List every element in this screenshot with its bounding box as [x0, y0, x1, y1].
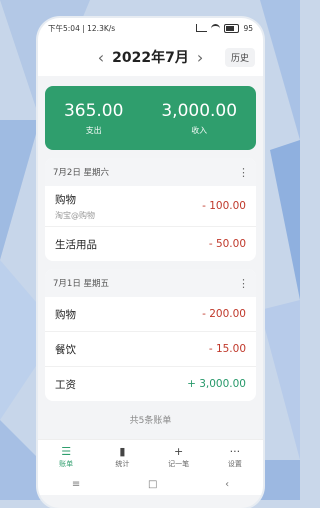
tab-label: 记一笔 [168, 460, 190, 468]
more-icon: ··· [229, 445, 241, 458]
chart-icon: ▮ [119, 445, 126, 458]
bill-amount: - 15.00 [208, 343, 246, 355]
plus-icon: + [174, 445, 184, 458]
tab-label: 账单 [59, 460, 74, 468]
bill-category: 餐饮 [55, 343, 76, 356]
bill-row[interactable]: 购物 - 200.00 [45, 297, 256, 332]
bill-category: 购物 [55, 193, 76, 206]
income-value: 3,000.00 [161, 100, 238, 121]
menu-nav-icon[interactable]: ≡ [72, 479, 80, 490]
tab-label: 统计 [115, 460, 130, 468]
tab-stats[interactable]: ▮ 统计 [100, 445, 145, 469]
bill-row[interactable]: 餐饮 - 15.00 [45, 332, 256, 367]
next-month-icon[interactable]: › [189, 48, 211, 67]
day-group-header: 7月2日 星期六 ⋮ [45, 158, 256, 186]
status-icons: 95 [196, 23, 253, 33]
list-icon: ☰ [61, 445, 72, 458]
day-group-card: 7月2日 星期六 ⋮ 购物 淘宝@购物 - 100.00 生活用品 - 50.0… [45, 158, 256, 261]
tab-label: 设置 [227, 460, 242, 468]
bill-row[interactable]: 生活用品 - 50.00 [45, 227, 256, 261]
summary-card: 365.00 支出 3,000.00 收入 [45, 86, 256, 150]
day-group-header: 7月1日 星期五 ⋮ [45, 269, 256, 297]
tab-add-record[interactable]: + 记一笔 [156, 445, 201, 469]
signal-icon [196, 24, 208, 32]
bill-amount: - 200.00 [202, 308, 246, 320]
bill-amount: - 50.00 [208, 238, 246, 250]
bill-note: 淘宝@购物 [55, 210, 95, 220]
day-group-date: 7月1日 星期五 [53, 279, 110, 289]
more-options-icon[interactable]: ⋮ [238, 166, 249, 179]
home-nav-icon[interactable]: □ [148, 479, 157, 490]
prev-month-icon[interactable]: ‹ [90, 48, 112, 67]
status-time-speed: 下午5:04 | 12.3K/s [48, 23, 116, 33]
bill-amount: - 100.00 [202, 200, 246, 212]
bill-amount: + 3,000.00 [187, 378, 246, 390]
bottom-tab-bar: ☰ 账单 ▮ 统计 + 记一笔 ··· 设置 [38, 439, 263, 474]
day-group-date: 7月2日 星期六 [53, 168, 110, 178]
bill-row[interactable]: 工资 + 3,000.00 [45, 367, 256, 401]
bill-count: 共5条账单 [129, 416, 172, 426]
battery-icon [224, 23, 240, 33]
expense-summary: 365.00 支出 [64, 101, 123, 136]
tab-bills[interactable]: ☰ 账单 [44, 445, 89, 469]
month-header: ‹ 2022年7月 › 历史 [38, 38, 263, 76]
current-month[interactable]: 2022年7月 [112, 47, 189, 67]
day-group-card: 7月1日 星期五 ⋮ 购物 - 200.00 餐饮 - 15.00 工资 + 3… [45, 269, 256, 401]
expense-value: 365.00 [63, 100, 124, 121]
status-bar: 下午5:04 | 12.3K/s 95 [38, 18, 263, 38]
bill-category: 工资 [55, 378, 76, 391]
bill-category: 购物 [55, 308, 76, 321]
history-button[interactable]: 历史 [224, 48, 255, 67]
back-nav-icon[interactable]: ‹ [225, 479, 229, 490]
bill-category: 生活用品 [55, 238, 97, 251]
income-label: 收入 [191, 125, 208, 135]
tab-settings[interactable]: ··· 设置 [212, 445, 257, 469]
wifi-icon [211, 23, 221, 33]
expense-label: 支出 [85, 125, 102, 135]
income-summary: 3,000.00 收入 [161, 101, 237, 136]
battery-level: 95 [243, 23, 253, 33]
bill-row[interactable]: 购物 淘宝@购物 - 100.00 [45, 186, 256, 227]
phone-screen: 下午5:04 | 12.3K/s 95 ‹ 2022年7月 › 历史 365.0… [38, 18, 263, 508]
system-nav-bar: ≡ □ ‹ [38, 473, 263, 495]
more-options-icon[interactable]: ⋮ [238, 277, 249, 290]
